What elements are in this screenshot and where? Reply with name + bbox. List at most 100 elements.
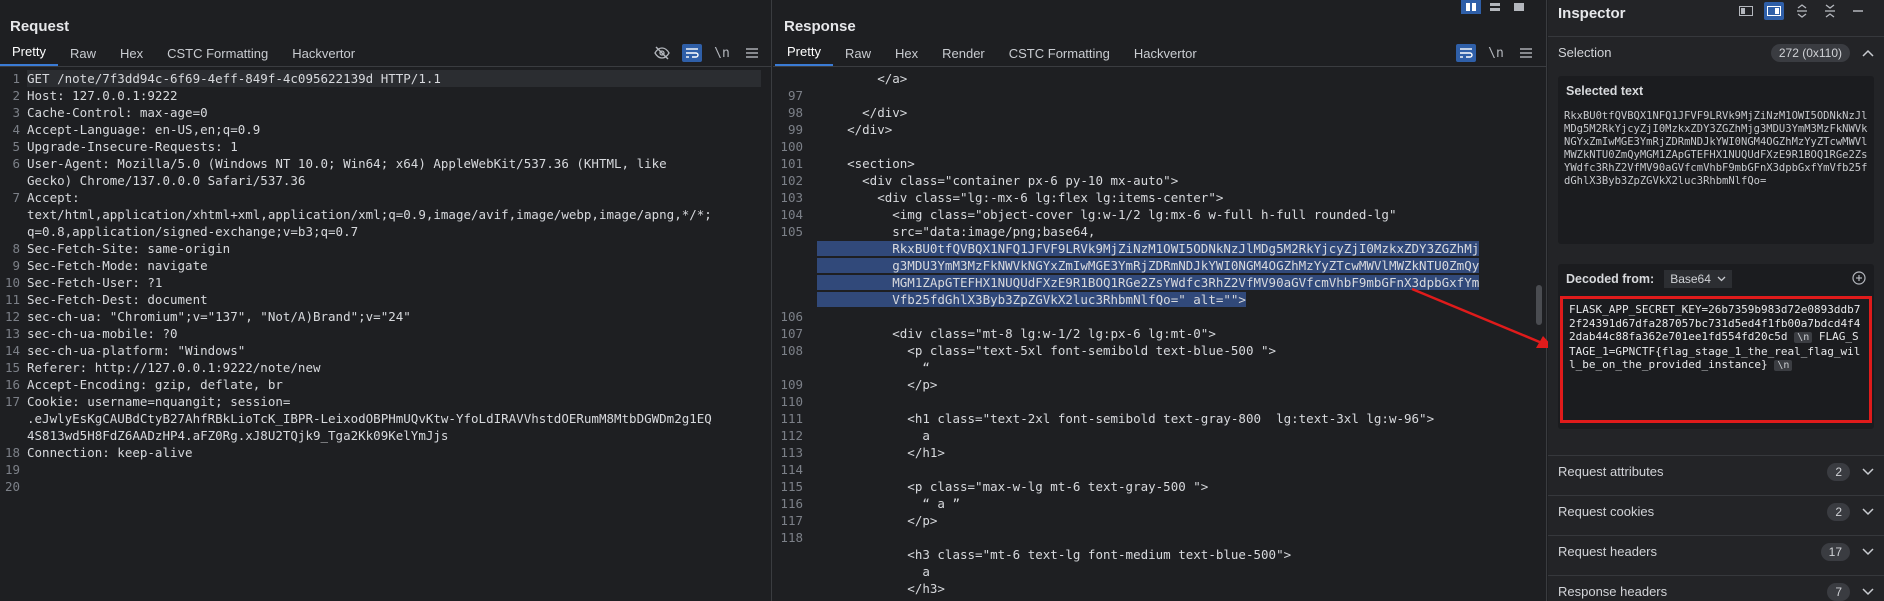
response-tab-hackvertor[interactable]: Hackvertor (1122, 42, 1209, 66)
code-line[interactable] (817, 87, 1526, 104)
request-tab-hackvertor[interactable]: Hackvertor (280, 42, 367, 66)
code-line[interactable]: 4S813wd5H8FdZ6AADzHP4.aFZ0Rg.xJ8U2TQjk9_… (27, 427, 761, 444)
menu-icon[interactable] (742, 44, 762, 62)
code-line[interactable]: src="data:image/png;base64, (817, 223, 1526, 240)
decoded-from-label: Decoded from: (1566, 272, 1655, 286)
request-tab-pretty[interactable]: Pretty (0, 42, 58, 66)
request-attributes-section[interactable]: Request attributes 2 (1548, 455, 1884, 487)
code-line-text: src="data:image/png;base64, (817, 224, 1096, 239)
code-line[interactable]: q=0.8,application/signed-exchange;v=b3;q… (27, 223, 761, 240)
code-line[interactable]: sec-ch-ua-platform: "Windows" (27, 342, 761, 359)
code-line[interactable]: GET /note/7f3dd94c-6f69-4eff-849f-4c0956… (27, 70, 761, 87)
wrap-lines-icon[interactable] (1456, 44, 1476, 62)
newline-toggle-icon[interactable]: \n (712, 44, 732, 62)
chevron-up-icon[interactable] (1862, 45, 1874, 60)
code-line[interactable]: </p> (817, 512, 1526, 529)
request-cookies-section[interactable]: Request cookies 2 (1548, 495, 1884, 527)
code-line[interactable]: Sec-Fetch-Dest: document (27, 291, 761, 308)
code-line[interactable]: <p class="max-w-lg mt-6 text-gray-500 "> (817, 478, 1526, 495)
code-line[interactable]: </div> (817, 104, 1526, 121)
code-line[interactable]: Accept-Encoding: gzip, deflate, br (27, 376, 761, 393)
code-line[interactable]: <div class="lg:-mx-6 lg:flex lg:items-ce… (817, 189, 1526, 206)
request-editor[interactable]: GET /note/7f3dd94c-6f69-4eff-849f-4c0956… (27, 70, 761, 495)
code-line[interactable]: <section> (817, 155, 1526, 172)
newline-toggle-icon[interactable]: \n (1486, 44, 1506, 62)
request-headers-label: Request headers (1558, 544, 1658, 559)
code-line[interactable]: RkxBU0tfQVBQX1NFQ1JFVF9LRVk9MjZiNzM1OWI5… (817, 240, 1526, 257)
response-tab-cstc[interactable]: CSTC Formatting (997, 42, 1122, 66)
layout-tabs-icon[interactable] (1509, 0, 1529, 14)
selected-text-content[interactable]: RkxBU0tfQVBQX1NFQ1JFVF9LRVk9MjZiNzM1OWI5… (1558, 106, 1874, 192)
response-tab-hex[interactable]: Hex (883, 42, 930, 66)
inspector-close-icon[interactable] (1848, 2, 1868, 20)
code-line[interactable]: User-Agent: Mozilla/5.0 (Windows NT 10.0… (27, 155, 761, 172)
code-line[interactable]: </a> (817, 70, 1526, 87)
code-line[interactable]: </h1> (817, 444, 1526, 461)
code-line[interactable] (817, 529, 1526, 546)
code-line[interactable]: <h3 class="mt-6 text-lg font-medium text… (817, 546, 1526, 563)
code-line[interactable]: Sec-Fetch-Site: same-origin (27, 240, 761, 257)
code-line[interactable]: “ a ” (817, 495, 1526, 512)
code-line[interactable]: sec-ch-ua-mobile: ?0 (27, 325, 761, 342)
request-tab-cstc[interactable]: CSTC Formatting (155, 42, 280, 66)
code-line-text: “ a ” (817, 496, 960, 511)
request-tab-raw[interactable]: Raw (58, 42, 108, 66)
selection-section-header[interactable]: Selection 272 (0x110) (1548, 36, 1884, 68)
code-line[interactable]: Gecko) Chrome/137.0.0.0 Safari/537.36 (27, 172, 761, 189)
request-tab-hex[interactable]: Hex (108, 42, 155, 66)
chevron-down-icon[interactable] (1862, 587, 1874, 596)
code-line[interactable]: “ (817, 359, 1526, 376)
code-line-text: Sec-Fetch-Mode: navigate (27, 258, 208, 273)
response-tab-pretty[interactable]: Pretty (775, 42, 833, 66)
menu-icon[interactable] (1516, 44, 1536, 62)
layout-rows-icon[interactable] (1485, 0, 1505, 14)
code-line[interactable]: Accept: (27, 189, 761, 206)
eye-slash-icon[interactable] (652, 44, 672, 62)
code-line[interactable]: <h1 class="text-2xl font-semibold text-g… (817, 410, 1526, 427)
response-headers-section[interactable]: Response headers 7 (1548, 575, 1884, 601)
response-tab-render[interactable]: Render (930, 42, 997, 66)
code-line[interactable]: Cache-Control: max-age=0 (27, 104, 761, 121)
wrap-lines-icon[interactable] (682, 44, 702, 62)
code-line[interactable] (27, 478, 761, 495)
code-line[interactable]: Sec-Fetch-User: ?1 (27, 274, 761, 291)
inspector-layout-right-icon[interactable] (1764, 2, 1784, 20)
code-line[interactable]: Upgrade-Insecure-Requests: 1 (27, 138, 761, 155)
add-decoding-icon[interactable] (1852, 270, 1866, 288)
code-line[interactable]: text/html,application/xhtml+xml,applicat… (27, 206, 761, 223)
code-line[interactable]: Connection: keep-alive (27, 444, 761, 461)
code-line-text: sec-ch-ua: "Chromium";v="137", "Not/A)Br… (27, 309, 411, 324)
code-line[interactable]: .eJwlyEsKgCAUBdCtyB27AhfRBkLioTcK_IBPR-L… (27, 410, 761, 427)
code-line[interactable]: sec-ch-ua: "Chromium";v="137", "Not/A)Br… (27, 308, 761, 325)
code-line[interactable]: Sec-Fetch-Mode: navigate (27, 257, 761, 274)
decoding-select[interactable]: Base64 (1664, 270, 1732, 288)
line-number: 101 (780, 156, 803, 171)
code-line[interactable]: Accept-Language: en-US,en;q=0.9 (27, 121, 761, 138)
line-number: 12 (4, 309, 20, 324)
code-line[interactable]: a (817, 427, 1526, 444)
code-line[interactable]: <img class="object-cover lg:w-1/2 lg:mx-… (817, 206, 1526, 223)
response-tab-raw[interactable]: Raw (833, 42, 883, 66)
code-line[interactable] (817, 138, 1526, 155)
expand-all-icon[interactable] (1792, 2, 1812, 20)
collapse-all-icon[interactable] (1820, 2, 1840, 20)
code-line[interactable]: </p> (817, 376, 1526, 393)
request-headers-section[interactable]: Request headers 17 (1548, 535, 1884, 567)
chevron-down-icon[interactable] (1862, 547, 1874, 556)
code-line[interactable]: a (817, 563, 1526, 580)
code-line[interactable] (27, 461, 761, 478)
chevron-down-icon[interactable] (1862, 507, 1874, 516)
code-line[interactable] (817, 393, 1526, 410)
code-line[interactable]: g3MDU3YmM3MzFkNWVkNGYxZmIwMGE3YmRjZDRmND… (817, 257, 1526, 274)
code-line[interactable] (817, 461, 1526, 478)
code-line[interactable]: Cookie: username=nquangit; session= (27, 393, 761, 410)
decoded-content[interactable]: FLASK_APP_SECRET_KEY=26b7359b983d72e0893… (1563, 299, 1869, 377)
chevron-down-icon[interactable] (1862, 467, 1874, 476)
layout-columns-icon[interactable] (1461, 0, 1481, 14)
code-line[interactable]: <div class="container px-6 py-10 mx-auto… (817, 172, 1526, 189)
code-line[interactable]: </h3> (817, 580, 1526, 597)
inspector-layout-left-icon[interactable] (1736, 2, 1756, 20)
code-line[interactable]: Referer: http://127.0.0.1:9222/note/new (27, 359, 761, 376)
code-line[interactable]: </div> (817, 121, 1526, 138)
code-line[interactable]: Host: 127.0.0.1:9222 (27, 87, 761, 104)
